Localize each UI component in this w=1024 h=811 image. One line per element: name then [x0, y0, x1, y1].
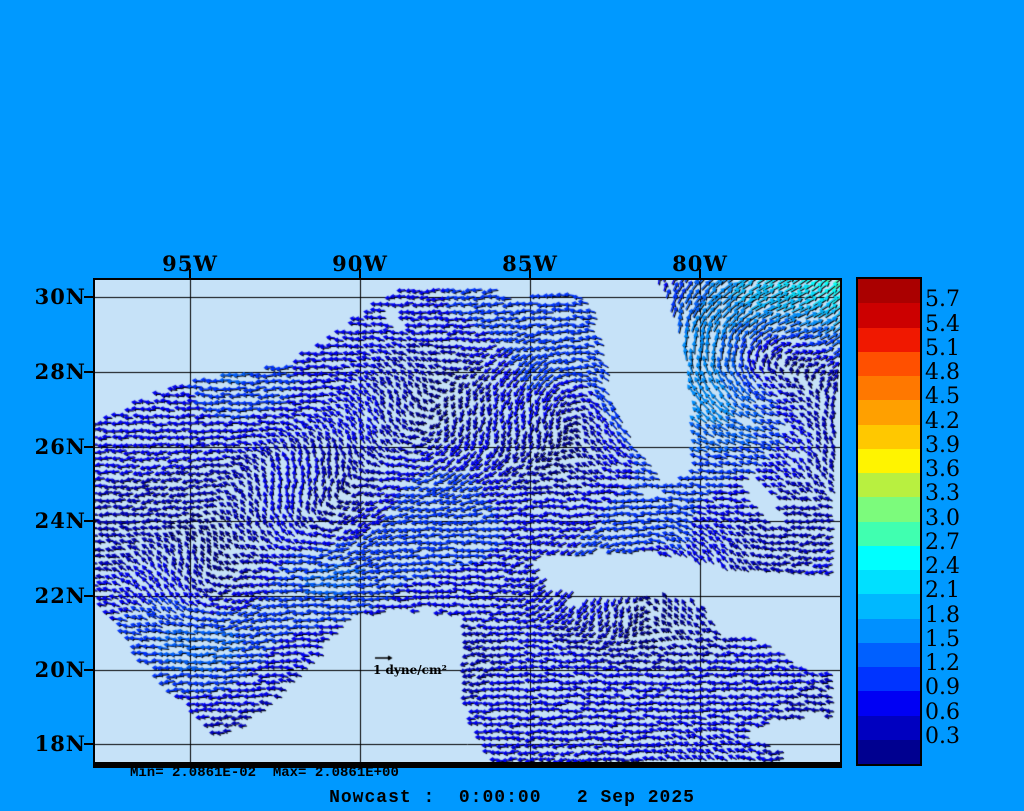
colorbar-tick-label: 1.8 [925, 602, 960, 628]
colorbar-segment [858, 424, 920, 449]
lat-tick-mark [84, 296, 93, 298]
colorbar-segment [858, 642, 920, 667]
lat-tick-label: 22N [34, 583, 86, 608]
colorbar-tick-label: 1.2 [925, 651, 960, 676]
lat-tick-label: 30N [34, 284, 86, 309]
lon-tick-mark [699, 269, 701, 278]
lat-tick-mark [84, 446, 93, 448]
colorbar-tick-label: 4.2 [925, 408, 960, 434]
lat-tick-label: 28N [34, 359, 86, 384]
colorbar-tick-label: 5.1 [925, 335, 960, 361]
lat-tick-mark [84, 520, 93, 522]
map-panel [93, 278, 842, 768]
colorbar-tick-label: 4.5 [925, 384, 960, 410]
colorbar-tick-label: 3.6 [925, 457, 960, 482]
vector-field-canvas [95, 280, 840, 762]
colorbar-segment [858, 303, 920, 328]
lat-tick-label: 18N [34, 731, 86, 756]
plot-page: 95W 90W 85W 80W 30N 28N 26N 24N 22N 20N 18N 5.7 5.… [0, 0, 1024, 811]
colorbar-tick-label: 5.4 [925, 311, 960, 337]
colorbar-segment [858, 448, 920, 473]
colorbar-segment [858, 351, 920, 376]
colorbar-tick-label: 4.8 [925, 360, 960, 385]
colorbar-segment [858, 327, 920, 352]
lat-tick-mark [84, 595, 93, 597]
lat-tick-mark [84, 669, 93, 671]
colorbar-segment [858, 667, 920, 692]
lon-tick-mark [189, 269, 191, 278]
lat-tick-label: 26N [34, 434, 86, 459]
colorbar-tick-label: 0.9 [925, 675, 960, 701]
colorbar-segment [858, 594, 920, 619]
reference-vector-label: 1 dyne/cm² [373, 663, 447, 677]
colorbar-tick-label: 2.7 [925, 529, 960, 555]
colorbar-tick-label: 3.3 [925, 481, 960, 507]
lon-tick-mark [359, 269, 361, 278]
colorbar-segment [858, 739, 920, 764]
min-max-stats: Min= 2.0861E-02 Max= 2.0861E+00 [130, 765, 399, 781]
colorbar-segment [858, 473, 920, 498]
colorbar-tick-label: 0.3 [925, 723, 960, 749]
colorbar-tick-label: 2.1 [925, 578, 960, 604]
lat-tick-mark [84, 371, 93, 373]
colorbar [856, 277, 922, 766]
colorbar-segment [858, 279, 920, 304]
colorbar-segment [858, 545, 920, 570]
lat-tick-label: 20N [34, 657, 86, 682]
colorbar-segment [858, 497, 920, 522]
colorbar-tick-label: 0.6 [925, 699, 960, 725]
colorbar-tick-label: 5.7 [925, 287, 960, 313]
colorbar-tick-label: 2.4 [925, 554, 960, 579]
colorbar-segment [858, 570, 920, 595]
colorbar-segment [858, 376, 920, 401]
colorbar-segment [858, 618, 920, 643]
colorbar-tick-label: 1.5 [925, 626, 960, 652]
nowcast-caption: Nowcast : 0:00:00 2 Sep 2025 [329, 788, 695, 808]
colorbar-tick-label: 3.9 [925, 432, 960, 458]
colorbar-tick-label: 3.0 [925, 505, 960, 531]
lon-tick-mark [529, 269, 531, 278]
colorbar-segment [858, 691, 920, 716]
colorbar-segment [858, 400, 920, 425]
colorbar-segment [858, 715, 920, 740]
lat-tick-label: 24N [34, 508, 86, 533]
lat-tick-mark [84, 743, 93, 745]
colorbar-segment [858, 521, 920, 546]
